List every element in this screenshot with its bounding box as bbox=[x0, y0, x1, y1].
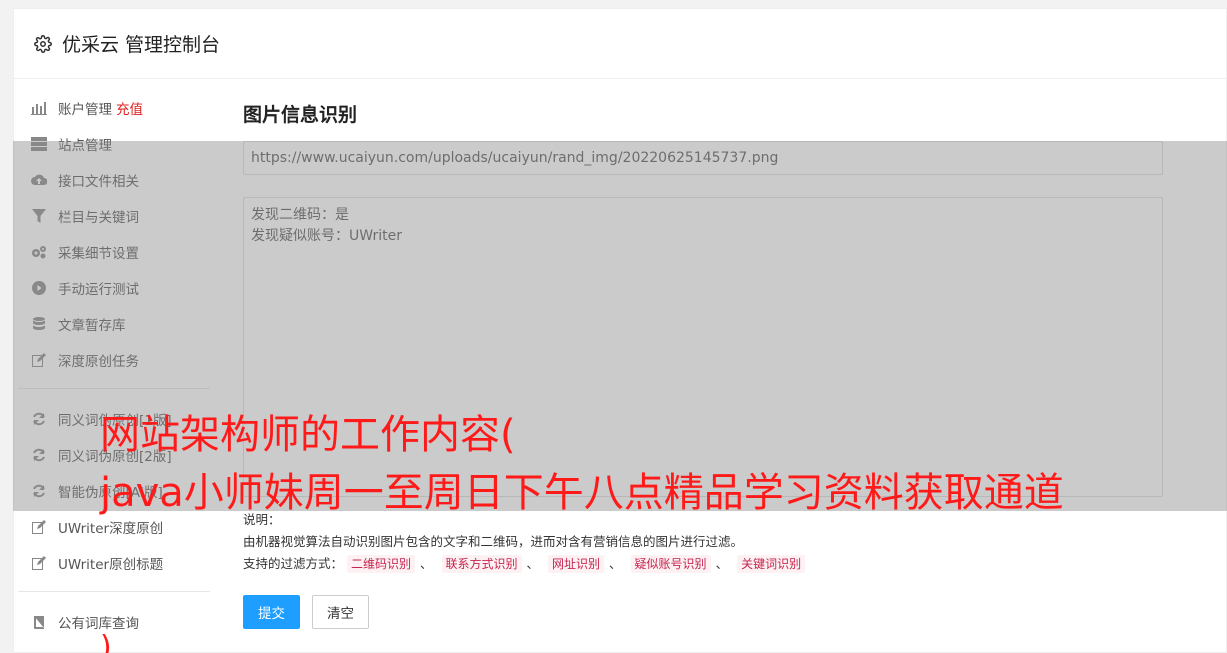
sidebar-item-uwriter-title[interactable]: UWriter原创标题 bbox=[18, 545, 210, 581]
submit-button[interactable]: 提交 bbox=[243, 595, 300, 629]
recharge-link[interactable]: 充值 bbox=[116, 98, 143, 118]
edit-icon bbox=[30, 518, 48, 536]
sidebar-item-label: 账户管理 bbox=[58, 102, 112, 118]
watermark-line-3: ) bbox=[100, 630, 112, 653]
filter-methods: 支持的过滤方式： 二维码识别、 联系方式识别、 网址识别、 疑似账号识别、 关键… bbox=[243, 553, 1165, 575]
bar-chart-icon bbox=[30, 99, 48, 117]
top-bar: 优采云 管理控制台 bbox=[14, 9, 1226, 79]
filter-tag: 二维码识别 bbox=[347, 555, 416, 573]
watermark-line-2: java小师妹周一至周日下午八点精品学习资料获取通道 bbox=[100, 470, 1064, 516]
book-icon bbox=[30, 613, 48, 631]
description-text: 由机器视觉算法自动识别图片包含的文字和二维码，进而对含有营销信息的图片进行过滤。 bbox=[243, 534, 744, 549]
sidebar-item-public-lexicon[interactable]: 公有词库查询 bbox=[18, 604, 210, 640]
watermark-line-1: 网站架构师的工作内容( bbox=[100, 412, 516, 458]
filter-tag: 疑似账号识别 bbox=[630, 555, 711, 573]
action-buttons: 提交 清空 bbox=[243, 595, 1165, 629]
sidebar-item-account[interactable]: 账户管理 充值 bbox=[18, 90, 210, 126]
filter-tag: 网址识别 bbox=[548, 555, 605, 573]
page-title: 图片信息识别 bbox=[243, 104, 358, 126]
console-title: 优采云 管理控制台 bbox=[62, 34, 221, 56]
filter-tag: 关键词识别 bbox=[737, 555, 806, 573]
edit-icon bbox=[30, 554, 48, 572]
sidebar-divider bbox=[18, 591, 210, 592]
sidebar-item-label: UWriter深度原创 bbox=[58, 521, 164, 537]
description: 说明： 由机器视觉算法自动识别图片包含的文字和二维码，进而对含有营销信息的图片进… bbox=[243, 509, 1165, 575]
filter-label: 支持的过滤方式： bbox=[243, 556, 344, 571]
sidebar-item-label: 公有词库查询 bbox=[58, 616, 139, 632]
gear-icon bbox=[34, 34, 52, 53]
filter-tag: 联系方式识别 bbox=[441, 555, 522, 573]
clear-button[interactable]: 清空 bbox=[312, 595, 369, 629]
sidebar-item-label: UWriter原创标题 bbox=[58, 557, 164, 573]
